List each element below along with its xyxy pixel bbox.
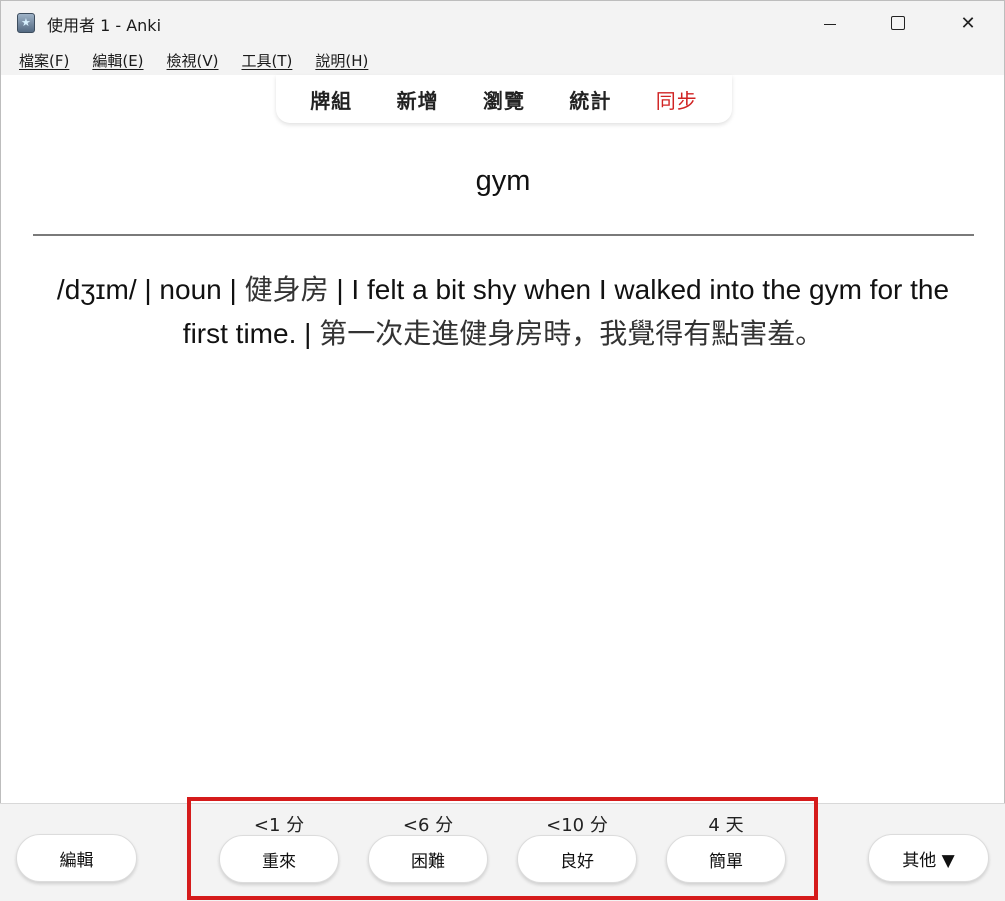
good-button[interactable]: 良好	[517, 835, 637, 883]
minimize-button[interactable]	[795, 1, 865, 45]
anki-window: 使用者 1 - Anki ✕ 檔案(F) 編輯(E) 檢視(V) 工具(T) 說…	[0, 0, 1005, 901]
answer-buttons-highlight: <1 分 <6 分 <10 分 4 天 重來 困難 良好 簡單	[187, 797, 818, 900]
more-button[interactable]: 其他 ▼	[868, 834, 989, 882]
answer-divider	[33, 234, 974, 236]
hard-interval: <6 分	[402, 815, 454, 836]
menu-file[interactable]: 檔案(F)	[11, 46, 77, 75]
toolbar-stats[interactable]: 統計	[569, 85, 611, 114]
close-button[interactable]: ✕	[933, 1, 1003, 45]
easy-button[interactable]: 簡單	[666, 835, 786, 883]
minimize-icon	[824, 23, 836, 25]
toolbar-sync[interactable]: 同步	[656, 85, 698, 114]
maximize-icon	[891, 16, 905, 30]
title-bar: 使用者 1 - Anki ✕	[1, 1, 1004, 45]
main-toolbar: 牌組 新增 瀏覽 統計 同步	[276, 75, 732, 123]
menu-help[interactable]: 說明(H)	[307, 46, 376, 75]
again-button[interactable]: 重來	[219, 835, 339, 883]
card-question: gym	[475, 165, 531, 197]
hard-button[interactable]: 困難	[368, 835, 488, 883]
maximize-button[interactable]	[863, 1, 933, 45]
card-answer: /dʒɪm/ | noun | 健身房 | I felt a bit shy w…	[32, 268, 974, 356]
answer-translation-sentence: 第一次走進健身房時，我覺得有點害羞。	[319, 318, 824, 349]
close-icon: ✕	[960, 12, 976, 34]
menu-tools[interactable]: 工具(T)	[234, 46, 301, 75]
toolbar-browse[interactable]: 瀏覽	[483, 85, 525, 114]
easy-interval: 4 天	[708, 815, 744, 836]
toolbar-add[interactable]: 新增	[397, 85, 439, 114]
menu-bar: 檔案(F) 編輯(E) 檢視(V) 工具(T) 說明(H)	[1, 45, 1004, 75]
window-title: 使用者 1 - Anki	[47, 16, 162, 35]
reviewer-area: 牌組 新增 瀏覽 統計 同步 gym /dʒɪm/ | noun | 健身房 |…	[2, 75, 1004, 804]
good-interval: <10 分	[546, 815, 608, 836]
again-interval: <1 分	[253, 815, 305, 836]
toolbar-decks[interactable]: 牌組	[310, 85, 352, 114]
anki-app-icon	[17, 13, 35, 33]
menu-edit[interactable]: 編輯(E)	[84, 46, 151, 75]
menu-view[interactable]: 檢視(V)	[159, 46, 227, 75]
answer-translation-word: 健身房	[244, 274, 329, 305]
answer-text-1: /dʒɪm/ | noun |	[56, 274, 245, 305]
edit-button[interactable]: 編輯	[16, 834, 137, 882]
bottom-bar: 編輯 <1 分 <6 分 <10 分 4 天 重來 困難 良好 簡單 其他 ▼	[0, 797, 1005, 901]
